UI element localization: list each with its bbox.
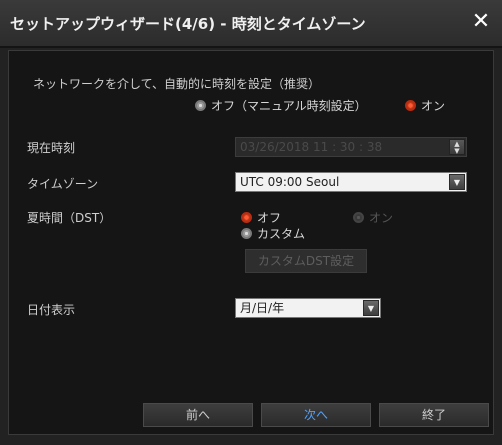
dialog-title: セットアップウィザード(4/6) - 時刻とタイムゾーン	[10, 15, 366, 33]
auto-time-on-label: オン	[421, 99, 446, 113]
dst-on-label: オン	[369, 211, 394, 225]
date-display-select[interactable]: 月/日/年 ▼	[235, 298, 381, 318]
radio-disabled-icon	[353, 212, 364, 223]
dst-custom-radio[interactable]: カスタム	[241, 225, 305, 242]
date-display-value: 月/日/年	[240, 301, 285, 315]
dst-label: 夏時間（DST）	[27, 211, 112, 225]
wizard-body: ネットワークを介して、自動的に時刻を設定（推奨） オフ（マニュアル時刻設定） オ…	[8, 50, 494, 435]
auto-time-on-radio[interactable]: オン	[405, 97, 445, 114]
custom-dst-button: カスタムDST設定	[245, 249, 367, 273]
dst-on-radio: オン	[353, 209, 393, 226]
timezone-label: タイムゾーン	[27, 177, 99, 191]
current-time-label: 現在時刻	[27, 141, 76, 155]
finish-button[interactable]: 終了	[379, 403, 489, 427]
auto-time-label: ネットワークを介して、自動的に時刻を設定（推奨）	[33, 77, 321, 91]
dst-off-label: オフ	[257, 211, 282, 225]
auto-time-off-radio[interactable]: オフ（マニュアル時刻設定）	[195, 97, 367, 114]
title-bar: セットアップウィザード(4/6) - 時刻とタイムゾーン ✕	[0, 0, 502, 48]
radio-off-icon	[241, 228, 252, 239]
prev-button[interactable]: 前へ	[143, 403, 253, 427]
auto-time-off-label: オフ（マニュアル時刻設定）	[211, 99, 367, 113]
timezone-select[interactable]: UTC 09:00 Seoul ▼	[235, 172, 467, 192]
date-display-label: 日付表示	[27, 303, 76, 317]
chevron-down-icon[interactable]: ▼	[363, 300, 379, 316]
radio-on-icon	[241, 212, 252, 223]
close-icon[interactable]: ✕	[468, 8, 494, 36]
setup-wizard-dialog: セットアップウィザード(4/6) - 時刻とタイムゾーン ✕ ネットワークを介し…	[0, 0, 502, 445]
time-spinner-icon[interactable]: ▲ ▼	[449, 139, 465, 155]
radio-on-icon	[405, 100, 416, 111]
next-button[interactable]: 次へ	[261, 403, 371, 427]
chevron-down-icon[interactable]: ▼	[449, 174, 465, 190]
current-time-field[interactable]: 03/26/2018 11 : 30 : 38 ▲ ▼	[235, 137, 467, 157]
dst-custom-label: カスタム	[257, 227, 306, 241]
current-time-value: 03/26/2018 11 : 30 : 38	[240, 140, 383, 154]
timezone-value: UTC 09:00 Seoul	[240, 175, 340, 189]
dst-off-radio[interactable]: オフ	[241, 209, 281, 226]
radio-off-icon	[195, 100, 206, 111]
